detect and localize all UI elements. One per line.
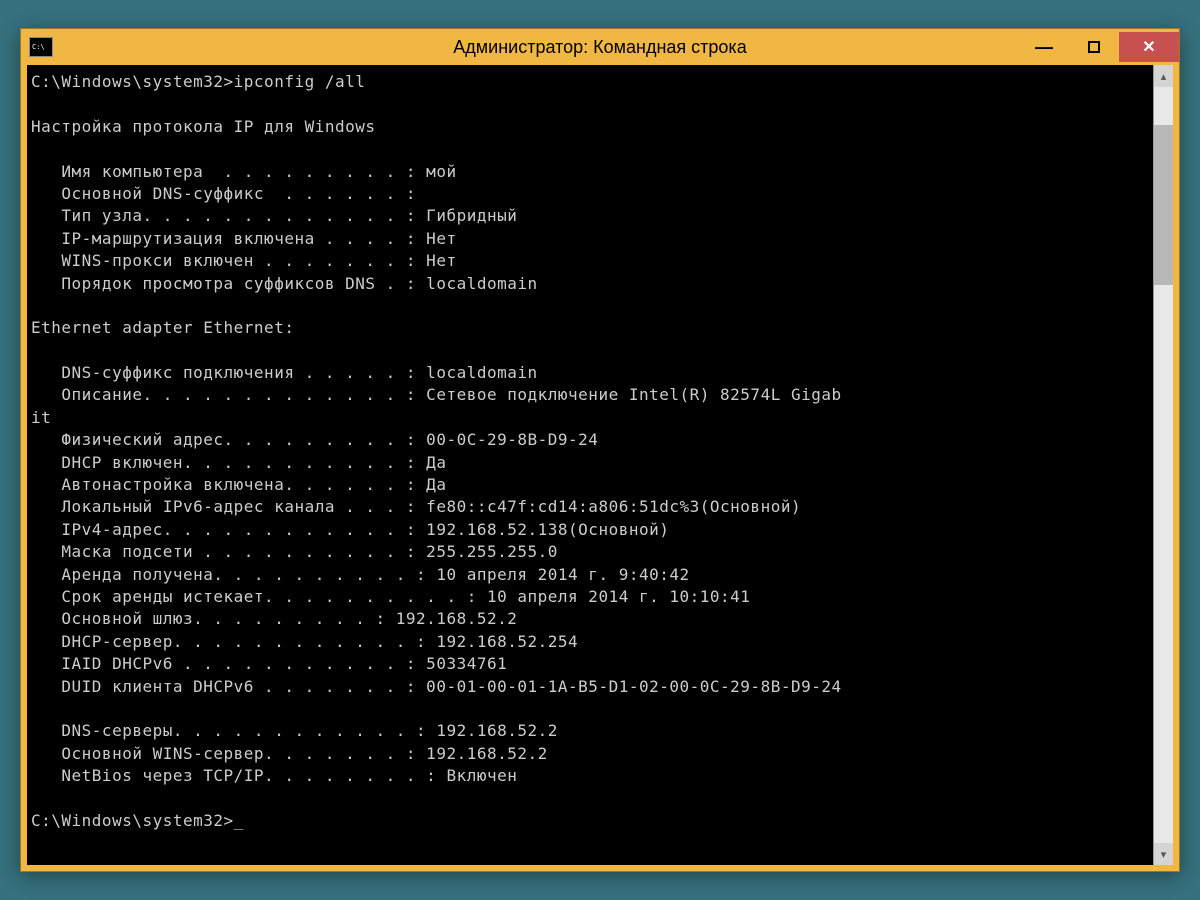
window-title: Администратор: Командная строка (453, 37, 746, 58)
autoconfig-line: Автонастройка включена. . . . . . : Да (31, 475, 446, 494)
vertical-scrollbar[interactable]: ▴ ▾ (1153, 65, 1173, 865)
hostname-line: Имя компьютера . . . . . . . . . : мой (31, 162, 457, 181)
description-wrap: it (31, 408, 51, 427)
close-button[interactable]: ✕ (1119, 32, 1179, 62)
wins-server-line: Основной WINS-сервер. . . . . . . : 192.… (31, 744, 548, 763)
node-type-line: Тип узла. . . . . . . . . . . . . : Гибр… (31, 206, 517, 225)
description-line: Описание. . . . . . . . . . . . . : Сете… (31, 385, 842, 404)
terminal-output[interactable]: C:\Windows\system32>ipconfig /all Настро… (27, 65, 1153, 865)
dns-servers-line: DNS-серверы. . . . . . . . . . . . : 192… (31, 721, 558, 740)
dns-suffix-line: Основной DNS-суффикс . . . . . . : (31, 184, 416, 203)
conn-suffix-line: DNS-суффикс подключения . . . . . : loca… (31, 363, 538, 382)
dhcp-server-line: DHCP-сервер. . . . . . . . . . . . : 192… (31, 632, 578, 651)
netbios-line: NetBios через TCP/IP. . . . . . . . : Вк… (31, 766, 517, 785)
adapter-header: Ethernet adapter Ethernet: (31, 318, 294, 337)
dhcp-enabled-line: DHCP включен. . . . . . . . . . . : Да (31, 453, 446, 472)
prompt-line: C:\Windows\system32>_ (31, 811, 244, 830)
terminal-area: C:\Windows\system32>ipconfig /all Настро… (27, 65, 1173, 865)
ipv6-local-line: Локальный IPv6-адрес канала . . . : fe80… (31, 497, 801, 516)
scroll-down-arrow-icon[interactable]: ▾ (1154, 843, 1173, 865)
lease-expires-line: Срок аренды истекает. . . . . . . . . . … (31, 587, 750, 606)
subnet-mask-line: Маска подсети . . . . . . . . . . : 255.… (31, 542, 558, 561)
cmd-icon (29, 37, 53, 57)
ipv4-address-line: IPv4-адрес. . . . . . . . . . . . : 192.… (31, 520, 669, 539)
duid-line: DUID клиента DHCPv6 . . . . . . . : 00-0… (31, 677, 842, 696)
ip-config-header: Настройка протокола IP для Windows (31, 117, 376, 136)
physical-address-line: Физический адрес. . . . . . . . . : 00-0… (31, 430, 598, 449)
dns-search-line: Порядок просмотра суффиксов DNS . : loca… (31, 274, 538, 293)
cmd-window: Администратор: Командная строка — ✕ C:\W… (20, 28, 1180, 872)
ip-routing-line: IP-маршрутизация включена . . . . : Нет (31, 229, 457, 248)
window-controls: — ✕ (1019, 32, 1179, 62)
gateway-line: Основной шлюз. . . . . . . . . : 192.168… (31, 609, 517, 628)
minimize-button[interactable]: — (1019, 32, 1069, 62)
iaid-line: IAID DHCPv6 . . . . . . . . . . . : 5033… (31, 654, 507, 673)
wins-proxy-line: WINS-прокси включен . . . . . . . : Нет (31, 251, 457, 270)
lease-obtained-line: Аренда получена. . . . . . . . . . : 10 … (31, 565, 690, 584)
scroll-thumb[interactable] (1154, 125, 1173, 285)
scroll-up-arrow-icon[interactable]: ▴ (1154, 65, 1173, 87)
titlebar[interactable]: Администратор: Командная строка — ✕ (21, 29, 1179, 65)
prompt-line: C:\Windows\system32>ipconfig /all (31, 72, 365, 91)
maximize-button[interactable] (1069, 32, 1119, 62)
